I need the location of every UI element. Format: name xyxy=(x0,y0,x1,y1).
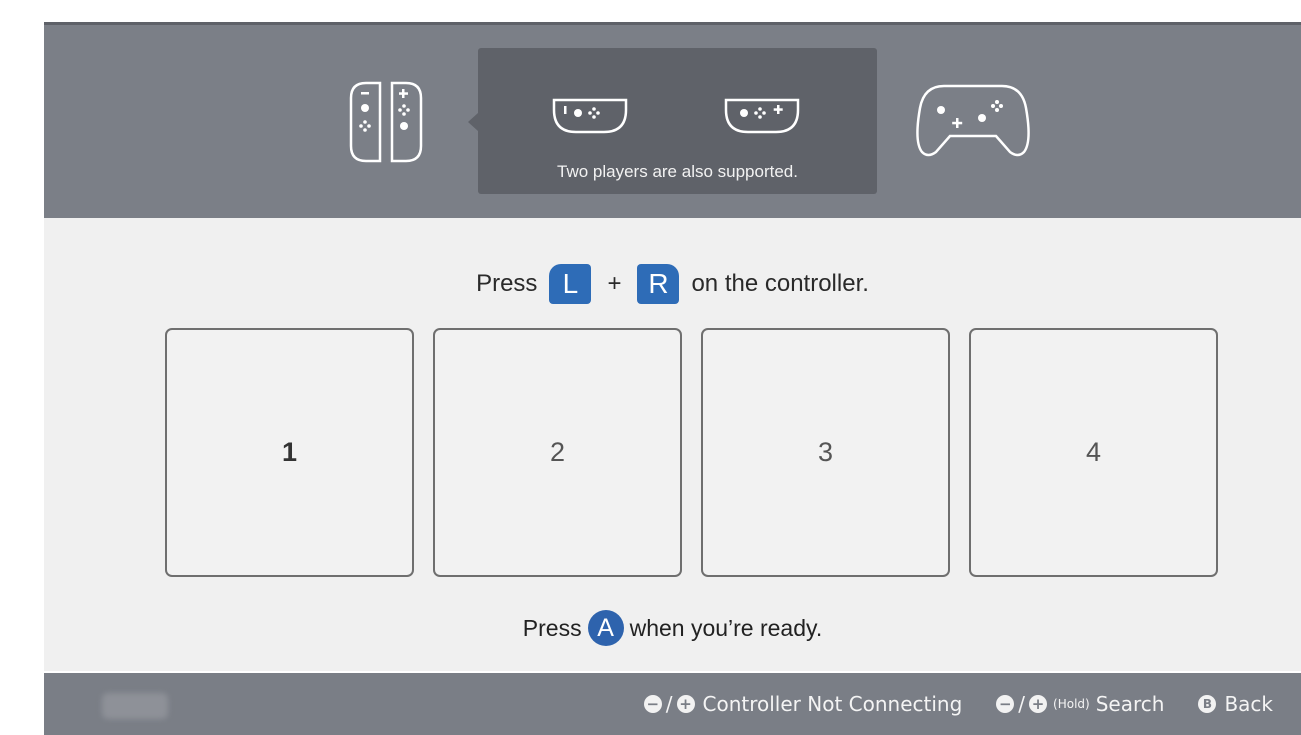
hold-label: (Hold) xyxy=(1053,697,1090,711)
player-slot-number: 4 xyxy=(1085,437,1102,467)
player-slots: 1 2 3 4 xyxy=(165,328,1223,581)
search-label: Search xyxy=(1095,692,1165,716)
player-slot-number: 3 xyxy=(817,437,834,467)
not-connecting-label: Controller Not Connecting xyxy=(702,692,963,716)
footer-bar: − / + Controller Not Connecting − / + (H… xyxy=(44,673,1301,735)
controller-pairing-screen: Two players are also supported. Press L … xyxy=(44,22,1301,735)
controller-style-header: Two players are also supported. xyxy=(44,22,1301,218)
instruction-press-label: Press xyxy=(476,270,538,297)
player-slot-1[interactable]: 1 xyxy=(165,328,414,577)
back-label: Back xyxy=(1224,692,1273,716)
back-hint[interactable]: B Back xyxy=(1198,692,1273,716)
blurred-icon xyxy=(102,693,168,719)
player-slot-number: 1 xyxy=(281,437,298,467)
instruction-plus: + xyxy=(607,270,622,297)
ready-suffix: when you’re ready. xyxy=(629,614,823,641)
sideways-joy-con-left-icon xyxy=(552,98,628,134)
footer-hints: − / + Controller Not Connecting − / + (H… xyxy=(610,673,1273,735)
lr-instruction: Press L + R on the controller. xyxy=(44,264,1301,304)
hint-slash: / xyxy=(1018,692,1026,716)
l-button-icon: L xyxy=(549,264,592,304)
two-player-tooltip: Two players are also supported. xyxy=(468,48,877,194)
a-button-icon: A xyxy=(587,610,624,646)
search-hint[interactable]: − / + (Hold) Search xyxy=(996,692,1164,716)
ready-instruction: Press A when you’re ready. xyxy=(44,608,1301,648)
pro-controller-icon xyxy=(916,84,1030,157)
player-slot-number: 2 xyxy=(549,437,566,467)
r-button-icon: R xyxy=(637,264,680,304)
player-slot-3[interactable]: 3 xyxy=(701,328,950,577)
plus-button-icon: + xyxy=(1029,695,1048,713)
hint-slash: / xyxy=(665,692,673,716)
sideways-joy-con-right-icon xyxy=(724,98,800,134)
player-slot-2[interactable]: 2 xyxy=(433,328,682,577)
ready-press-label: Press xyxy=(522,614,582,641)
b-button-icon: B xyxy=(1198,695,1217,713)
pairing-panel: Press L + R on the controller. 1 2 3 4 P… xyxy=(44,218,1301,671)
header-top-border xyxy=(44,22,1301,25)
controller-not-connecting-hint[interactable]: − / + Controller Not Connecting xyxy=(643,692,963,716)
player-slot-4[interactable]: 4 xyxy=(969,328,1218,577)
instruction-suffix: on the controller. xyxy=(691,270,869,297)
minus-button-icon: − xyxy=(643,695,662,713)
plus-button-icon: + xyxy=(676,695,695,713)
minus-button-icon: − xyxy=(996,695,1015,713)
tooltip-text: Two players are also supported. xyxy=(557,162,798,181)
joy-con-pair-icon xyxy=(349,81,423,163)
tooltip-arrow xyxy=(468,113,478,131)
